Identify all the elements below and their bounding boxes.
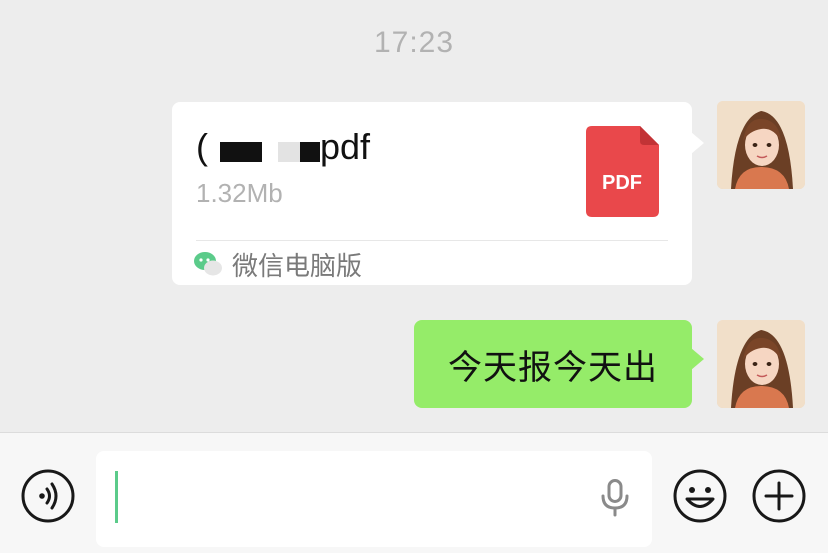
card-divider bbox=[196, 240, 668, 241]
avatar[interactable] bbox=[717, 320, 805, 408]
voice-icon[interactable] bbox=[21, 469, 75, 523]
redacted-block bbox=[220, 142, 262, 163]
avatar[interactable] bbox=[717, 101, 805, 189]
redacted-block bbox=[262, 142, 278, 163]
text-message-bubble[interactable]: 今天报今天出 bbox=[414, 320, 704, 408]
pdf-file-icon: PDF bbox=[586, 126, 659, 217]
file-message-card[interactable]: ( pdf 1.32Mb PDF 微信电脑版 bbox=[172, 102, 704, 285]
redacted-block bbox=[278, 142, 300, 163]
file-name: ( pdf bbox=[196, 126, 370, 168]
message-text: 今天报今天出 bbox=[448, 347, 658, 388]
source-label: 微信电脑版 bbox=[232, 251, 363, 282]
redacted-block bbox=[300, 142, 320, 163]
message-input[interactable] bbox=[96, 451, 652, 547]
message-timestamp: 17:23 bbox=[373, 26, 455, 59]
file-size: 1.32Mb bbox=[196, 178, 283, 208]
file-name-start: ( bbox=[196, 126, 208, 167]
text-caret bbox=[115, 471, 118, 523]
microphone-icon[interactable] bbox=[600, 479, 630, 517]
file-name-end: pdf bbox=[320, 126, 371, 167]
emoji-icon[interactable] bbox=[672, 468, 728, 524]
pdf-badge-text: PDF bbox=[602, 172, 642, 194]
file-source: 微信电脑版 bbox=[194, 244, 362, 284]
plus-icon[interactable] bbox=[751, 468, 807, 524]
wechat-icon bbox=[194, 252, 222, 276]
redacted-block bbox=[208, 142, 220, 163]
avatar-portrait bbox=[717, 320, 805, 408]
avatar-portrait bbox=[717, 101, 805, 189]
